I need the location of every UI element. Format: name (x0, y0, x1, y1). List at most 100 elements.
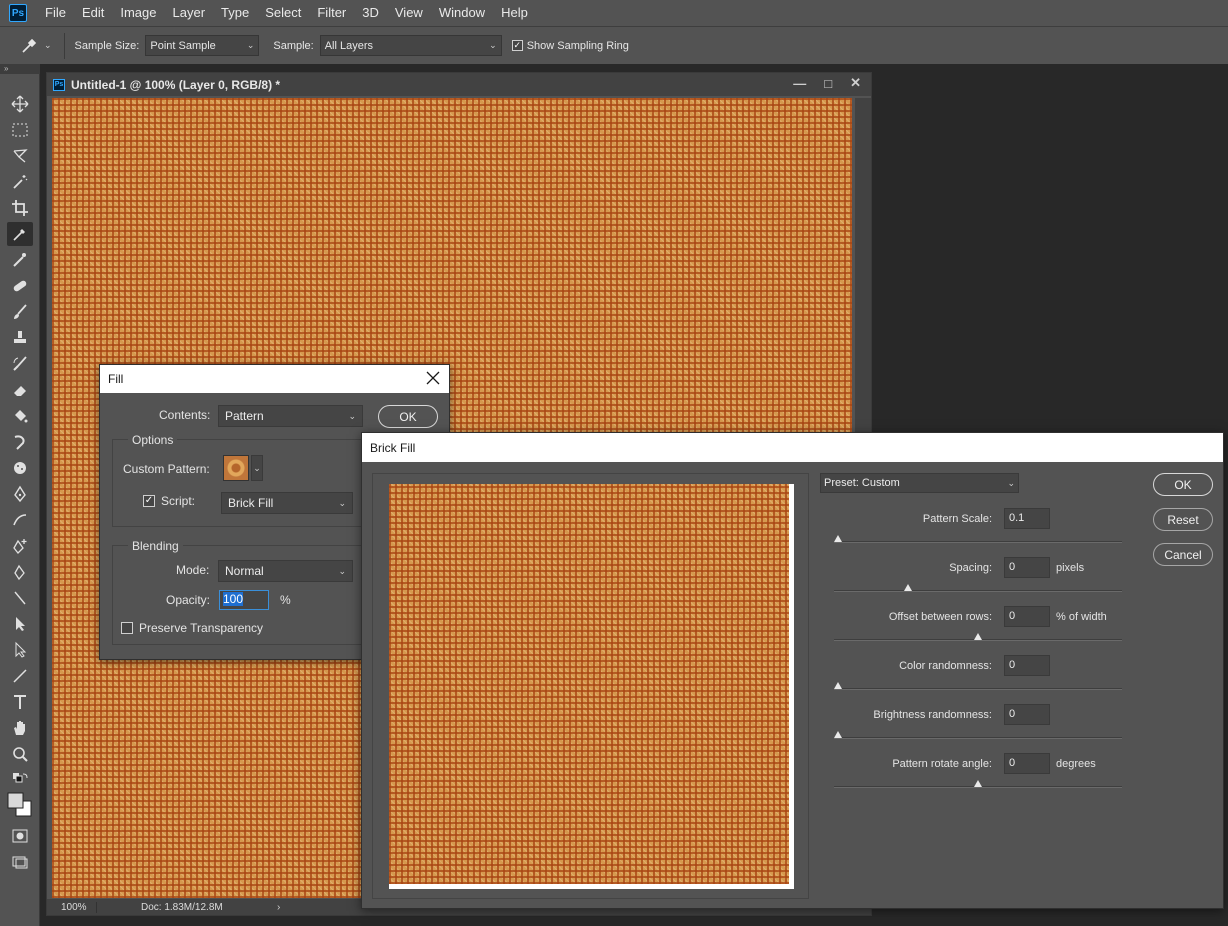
slider-thumb[interactable] (974, 633, 982, 640)
brick-fill-title-bar[interactable]: Brick Fill (362, 433, 1223, 462)
preserve-transparency-checkbox[interactable] (121, 622, 133, 634)
brightness-randomness-input[interactable]: 0 (1004, 704, 1050, 725)
hand-tool-icon[interactable] (7, 716, 33, 740)
reset-button[interactable]: Reset (1153, 508, 1213, 531)
document-title-bar[interactable]: Ps Untitled-1 @ 100% (Layer 0, RGB/8) * … (47, 73, 871, 96)
script-checkbox[interactable]: ✓ (143, 495, 155, 507)
color-swatches-icon[interactable] (7, 790, 33, 820)
crop-tool-icon[interactable] (7, 196, 33, 220)
default-colors-icon[interactable] (7, 768, 33, 792)
slider-thumb[interactable] (834, 682, 842, 689)
slider-thumb[interactable] (834, 535, 842, 542)
stamp-tool-icon[interactable] (7, 326, 33, 350)
menu-3d[interactable]: 3D (354, 0, 387, 26)
chevron-down-icon[interactable]: ⌄ (44, 40, 52, 51)
menu-edit[interactable]: Edit (74, 0, 112, 26)
script-value: Brick Fill (228, 496, 274, 510)
slider-thumb[interactable] (974, 780, 982, 787)
chevron-right-icon[interactable]: › (277, 902, 280, 913)
zoom-level[interactable]: 100% (47, 901, 97, 913)
spacing-slider[interactable] (834, 584, 1122, 592)
color-randomness-input[interactable]: 0 (1004, 655, 1050, 676)
convert-point-tool-icon[interactable] (7, 560, 33, 584)
menu-filter[interactable]: Filter (309, 0, 354, 26)
pen-tool-icon[interactable] (7, 482, 33, 506)
menu-window[interactable]: Window (431, 0, 493, 26)
offset-rows-slider[interactable] (834, 633, 1122, 641)
opacity-input[interactable]: 100 (219, 590, 269, 610)
path-selection-tool-icon[interactable] (7, 612, 33, 636)
fill-dialog-title-bar[interactable]: Fill (100, 365, 449, 393)
history-brush-tool-icon[interactable] (7, 352, 33, 376)
pattern-scale-slider[interactable] (834, 535, 1122, 543)
magic-wand-tool-icon[interactable] (7, 170, 33, 194)
contents-select[interactable]: Pattern ⌄ (218, 405, 363, 427)
fill-ok-button[interactable]: OK (378, 405, 438, 428)
spot-healing-tool-icon[interactable] (7, 248, 33, 272)
move-tool-icon[interactable] (7, 92, 33, 116)
sample-value: All Layers (324, 39, 374, 52)
chevron-down-icon: ⌄ (348, 410, 356, 421)
lasso-tool-icon[interactable] (7, 144, 33, 168)
show-sampling-ring-label: Show Sampling Ring (526, 39, 629, 52)
menu-layer[interactable]: Layer (165, 0, 214, 26)
photoshop-logo: Ps (9, 4, 27, 22)
rotate-angle-label: Pattern rotate angle: (892, 758, 992, 770)
slider-thumb[interactable] (904, 584, 912, 591)
minimize-icon[interactable]: — (793, 76, 806, 91)
eyedropper-preset-icon[interactable] (14, 31, 44, 61)
zoom-tool-icon[interactable] (7, 742, 33, 766)
tools-panel: » (0, 64, 40, 926)
preset-select[interactable]: Preset: Custom ⌄ (820, 473, 1019, 493)
brick-ok-button[interactable]: OK (1153, 473, 1213, 496)
line-tool-icon[interactable] (7, 664, 33, 688)
divider (63, 32, 65, 59)
script-select[interactable]: Brick Fill ⌄ (221, 492, 353, 514)
smudge-tool-icon[interactable] (7, 430, 33, 454)
menu-image[interactable]: Image (112, 0, 164, 26)
screen-mode-icon[interactable] (7, 850, 33, 874)
menu-file[interactable]: File (37, 0, 74, 26)
show-sampling-ring-checkbox[interactable]: ✓ (511, 40, 523, 51)
close-icon[interactable] (425, 370, 441, 386)
sample-size-value: Point Sample (150, 39, 216, 52)
close-icon[interactable]: ✕ (850, 75, 861, 91)
menu-type[interactable]: Type (213, 0, 257, 26)
panel-collapse-icon[interactable]: » (0, 64, 40, 74)
eyedropper-tool-icon[interactable] (7, 222, 33, 246)
maximize-icon[interactable]: □ (824, 76, 832, 91)
sample-size-select[interactable]: Point Sample ⌄ (145, 35, 260, 56)
offset-rows-input[interactable]: 0 (1004, 606, 1050, 627)
pattern-swatch[interactable] (223, 455, 249, 481)
mode-select[interactable]: Normal ⌄ (218, 560, 353, 582)
menu-bar: Ps File Edit Image Layer Type Select Fil… (0, 0, 1228, 26)
spacing-input[interactable]: 0 (1004, 557, 1050, 578)
pattern-preview (389, 484, 789, 884)
menu-select[interactable]: Select (257, 0, 309, 26)
chevron-down-icon: ⌄ (246, 40, 255, 50)
eraser-tool-icon[interactable] (7, 378, 33, 402)
path-line-tool-icon[interactable] (7, 586, 33, 610)
brush-tool-icon[interactable] (7, 300, 33, 324)
rotate-angle-input[interactable]: 0 (1004, 753, 1050, 774)
menu-help[interactable]: Help (493, 0, 536, 26)
slider-thumb[interactable] (834, 731, 842, 738)
brightness-randomness-slider[interactable] (834, 731, 1122, 739)
paint-bucket-tool-icon[interactable] (7, 404, 33, 428)
freeform-pen-tool-icon[interactable] (7, 508, 33, 532)
pattern-scale-input[interactable]: 0.1 (1004, 508, 1050, 529)
quick-mask-icon[interactable] (7, 824, 33, 848)
add-anchor-tool-icon[interactable] (7, 534, 33, 558)
bandage-tool-icon[interactable] (7, 274, 33, 298)
preview-panel (389, 484, 794, 889)
color-randomness-slider[interactable] (834, 682, 1122, 690)
type-tool-icon[interactable] (7, 690, 33, 714)
chevron-down-icon[interactable]: ⌄ (251, 455, 263, 481)
cancel-button[interactable]: Cancel (1153, 543, 1213, 566)
menu-view[interactable]: View (387, 0, 431, 26)
marquee-tool-icon[interactable] (7, 118, 33, 142)
sponge-tool-icon[interactable] (7, 456, 33, 480)
rotate-angle-slider[interactable] (834, 780, 1122, 788)
direct-selection-tool-icon[interactable] (7, 638, 33, 662)
sample-select[interactable]: All Layers ⌄ (319, 35, 502, 56)
